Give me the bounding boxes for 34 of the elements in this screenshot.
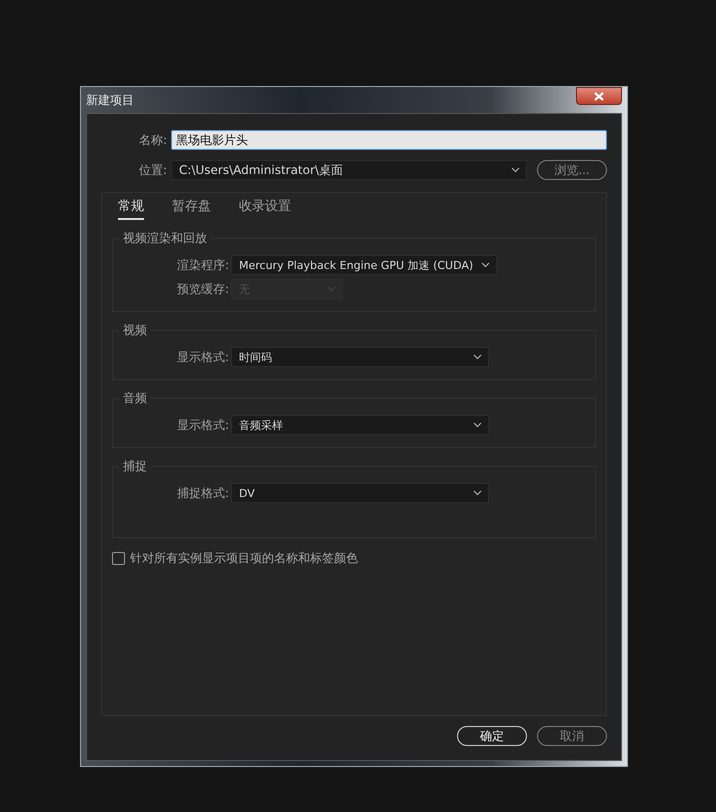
field-label: 显示格式: [176,416,230,434]
field-label: 显示格式: [176,348,230,366]
dropdown[interactable]: DV [231,483,489,503]
tab[interactable]: 收录设置 [239,197,291,220]
window-title: 新建项目 [86,92,134,108]
chevron-down-icon [473,490,482,496]
dropdown[interactable]: Mercury Playback Engine GPU 加速 (CUDA) [231,255,498,275]
name-field[interactable]: 黑场电影片头 [171,130,607,150]
group-title: 音频 [122,390,148,407]
group-title: 捕捉 [122,458,148,475]
dialog-button[interactable]: 确定 [457,726,527,746]
chevron-down-icon [511,167,520,173]
field-label: 预览缓存: [176,280,230,298]
tab[interactable]: 暂存盘 [172,197,211,220]
close-button[interactable] [576,87,622,105]
checkbox[interactable] [112,552,125,565]
tab[interactable]: 常规 [118,197,144,220]
dropdown[interactable]: 音频采样 [231,415,489,435]
field-label: 捕捉格式: [176,484,230,502]
chevron-down-icon [327,286,336,292]
group-title: 视频 [122,322,148,339]
dialog-button[interactable]: 取消 [537,726,607,746]
group-title: 视频渲染和回放 [122,230,208,247]
chevron-down-icon [473,422,482,428]
browse-button[interactable]: 浏览... [537,160,607,180]
field-label: 名称: [138,132,168,148]
chevron-down-icon [481,262,490,268]
close-icon [594,92,604,100]
field-label: 渲染程序: [176,256,230,274]
checkbox-label: 针对所有实例显示项目项的名称和标签颜色 [130,550,358,567]
field-label: 位置: [138,162,168,178]
dropdown[interactable]: 时间码 [231,347,489,367]
location-dropdown[interactable]: C:\Users\Administrator\桌面 [171,160,527,180]
chevron-down-icon [473,354,482,360]
